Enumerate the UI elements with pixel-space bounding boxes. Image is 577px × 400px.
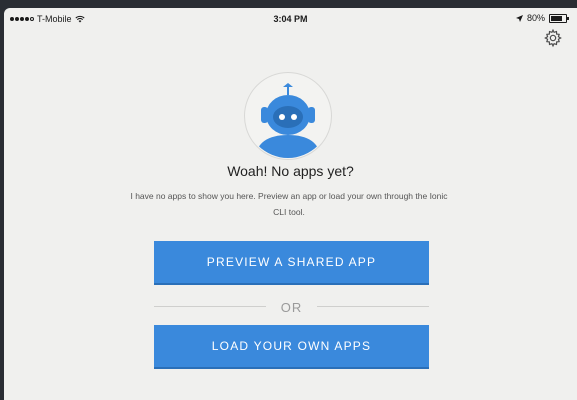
preview-shared-app-button[interactable]: PREVIEW A SHARED APP [154, 241, 429, 285]
status-bar: T-Mobile 3:04 PM 80% [4, 8, 577, 30]
app-screen: T-Mobile 3:04 PM 80% Woah! No apps yet? … [4, 8, 577, 400]
avatar [244, 72, 332, 160]
or-divider: OR [154, 298, 429, 316]
load-own-apps-button[interactable]: LOAD YOUR OWN APPS [154, 325, 429, 369]
robot-avatar-icon [255, 83, 321, 158]
status-right: 80% [515, 13, 569, 23]
battery-icon [549, 13, 569, 23]
settings-button[interactable] [543, 28, 563, 48]
status-time: 3:04 PM [273, 14, 308, 24]
battery-fill [551, 15, 562, 21]
divider-line-right [317, 306, 429, 307]
empty-state-heading: Woah! No apps yet? [227, 163, 354, 179]
empty-state-description: I have no apps to show you here. Preview… [130, 191, 448, 217]
battery-percent: 80% [526, 13, 545, 23]
or-label: OR [280, 300, 303, 315]
location-arrow-icon [515, 14, 523, 22]
gear-icon [544, 28, 562, 48]
